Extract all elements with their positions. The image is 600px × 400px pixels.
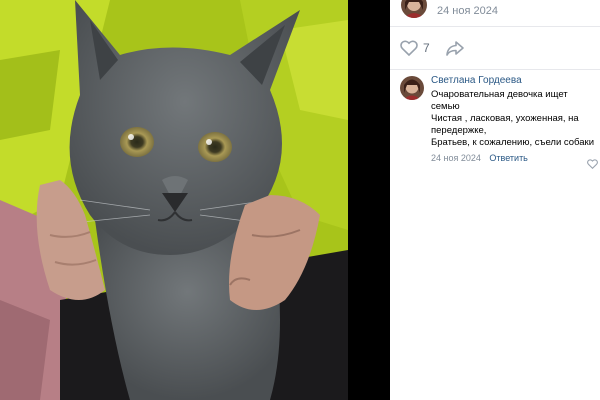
post-actions: 7 [390,27,600,70]
author-avatar[interactable] [401,0,427,18]
comment-meta: 24 ноя 2024 Ответить [431,153,597,164]
heart-outline-icon [587,159,598,170]
like-count: 7 [423,41,430,55]
author-avatar-image [401,0,427,18]
share-button[interactable] [445,38,465,58]
commenter-avatar-image [400,76,424,100]
cat-photo-image [0,0,348,400]
post-header: 24 ноя 2024 [390,0,600,27]
comment-author[interactable]: Светлана Гордеева [431,75,597,87]
heart-outline-icon [400,40,418,56]
comment-text: Очаровательная девочка ищет семью Чистая… [431,89,597,149]
post-date: 24 ноя 2024 [437,5,498,17]
comment-like-button[interactable] [587,156,598,170]
like-button[interactable]: 7 [400,38,430,58]
comment-line: Очаровательная девочка ищет семью [431,89,568,112]
cat-photo[interactable] [0,0,348,400]
comment-date: 24 ноя 2024 [431,153,481,163]
photo-viewer [0,0,390,400]
commenter-avatar[interactable] [400,76,424,100]
share-arrow-icon [446,41,464,56]
comment-line: Братьев, к сожалению, съели собаки [431,137,595,148]
comment-line: Чистая , ласковая, ухоженная, на передер… [431,113,579,136]
comment-body: Светлана Гордеева Очаровательная девочка… [431,75,597,164]
reply-link[interactable]: Ответить [489,153,527,163]
post-side-panel: 24 ноя 2024 7 Светлана Гордеева Очароват… [390,0,600,400]
